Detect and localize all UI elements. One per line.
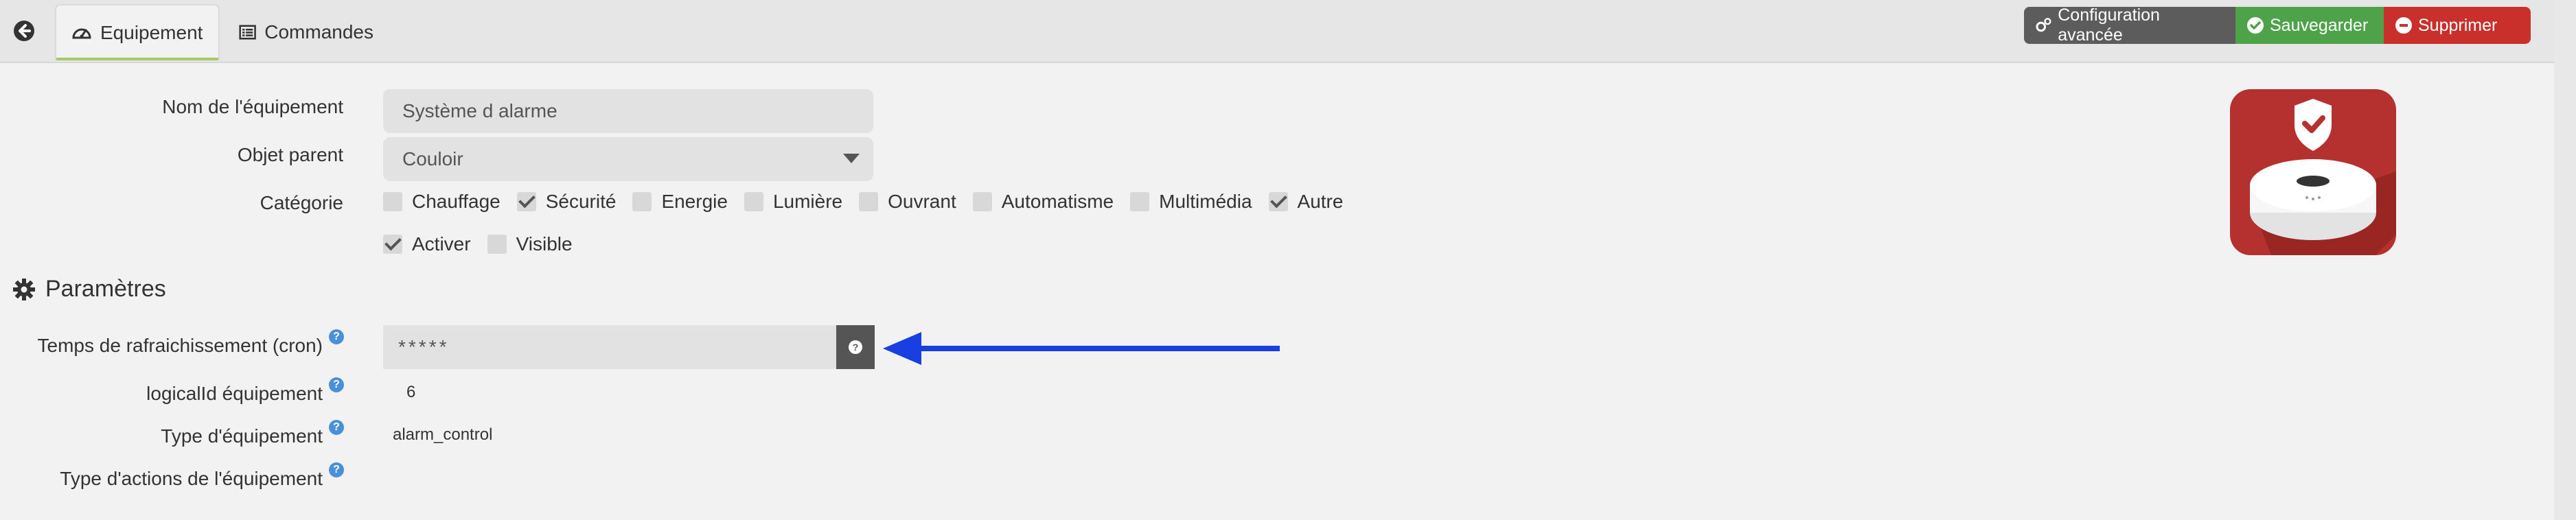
tab-commandes-label: Commandes	[264, 21, 373, 43]
category-label-text: Automatisme	[1001, 191, 1114, 212]
tachometer-icon	[72, 28, 91, 39]
advanced-config-label: Configuration avancée	[2058, 5, 2160, 45]
equipment-page: Equipement Commandes Configuration avanc	[0, 0, 2554, 520]
parent-object-value: Couloir	[402, 148, 463, 169]
action-buttons: Configuration avancée Sauvegarder Suppri…	[2024, 5, 2531, 45]
equipment-type-label: Type d'équipement	[161, 425, 323, 447]
checkbox-checked[interactable]	[1268, 192, 1288, 211]
question-circle-icon: ?	[849, 340, 862, 354]
visible-checkbox[interactable]: Visible	[487, 233, 573, 255]
check-circle-icon	[2247, 17, 2264, 34]
action-type-label: Type d'actions de l'équipement	[60, 468, 323, 489]
tab-bar: Equipement Commandes Configuration avanc	[0, 0, 2554, 63]
help-icon[interactable]: ?	[329, 462, 344, 477]
checkbox[interactable]	[972, 192, 992, 211]
parameters-title: Paramètres	[45, 276, 166, 302]
checkbox-checked[interactable]	[383, 235, 402, 254]
tab-equipement[interactable]: Equipement	[55, 4, 220, 60]
category-automatisme[interactable]: Automatisme	[972, 191, 1114, 213]
advanced-config-button[interactable]: Configuration avancée	[2024, 5, 2235, 45]
equipment-name-input[interactable]: Système d alarme	[383, 89, 873, 133]
category-label-text: Ouvrant	[888, 191, 956, 212]
save-button[interactable]: Sauvegarder	[2235, 7, 2384, 44]
svg-text:?: ?	[853, 342, 859, 353]
category-multimedia[interactable]: Multimédia	[1130, 191, 1252, 213]
category-label: Catégorie	[260, 192, 343, 213]
category-energie[interactable]: Energie	[632, 191, 728, 213]
cron-input[interactable]: *****	[383, 325, 836, 369]
delete-button[interactable]: Supprimer	[2384, 7, 2531, 44]
activate-checkbox[interactable]: Activer	[383, 233, 471, 255]
category-securite[interactable]: Sécurité	[516, 191, 617, 213]
cogs-icon	[2036, 18, 2051, 32]
delete-label: Supprimer	[2418, 15, 2498, 35]
category-label-text: Sécurité	[545, 191, 617, 212]
state-checkboxes: Activer Visible	[383, 233, 589, 255]
equipment-type-value: alarm_control	[393, 425, 493, 444]
visible-label: Visible	[516, 233, 573, 255]
back-arrow-icon	[14, 21, 34, 41]
category-label-text: Energie	[661, 191, 728, 212]
checkbox[interactable]	[632, 192, 652, 211]
category-autre[interactable]: Autre	[1268, 191, 1344, 213]
annotation-arrow-icon	[883, 332, 1280, 365]
category-chauffage[interactable]: Chauffage	[383, 191, 501, 213]
checkbox[interactable]	[859, 192, 879, 211]
tab-equipement-label: Equipement	[100, 22, 203, 43]
category-lumiere[interactable]: Lumière	[744, 191, 842, 213]
parent-object-select[interactable]: Couloir	[383, 137, 873, 181]
checkbox-checked[interactable]	[516, 192, 536, 211]
checkbox[interactable]	[1130, 192, 1150, 211]
parent-label: Objet parent	[237, 144, 343, 165]
category-ouvrant[interactable]: Ouvrant	[859, 191, 956, 213]
category-checkboxes: Chauffage Sécurité Energie Lumière Ouvra…	[383, 191, 1359, 213]
help-icon[interactable]: ?	[329, 377, 344, 392]
category-label-text: Autre	[1297, 191, 1344, 212]
tab-commandes[interactable]: Commandes	[224, 4, 389, 60]
activate-label: Activer	[412, 233, 471, 255]
minus-circle-icon	[2395, 17, 2412, 34]
help-icon[interactable]: ?	[329, 329, 344, 344]
cron-label: Temps de rafraichissement (cron)	[37, 335, 323, 356]
list-icon	[239, 25, 256, 40]
save-label: Sauvegarder	[2270, 15, 2369, 35]
chevron-down-icon	[843, 154, 860, 163]
category-label-text: Lumière	[772, 191, 843, 212]
category-label-text: Multimédia	[1159, 191, 1252, 212]
name-label: Nom de l'équipement	[162, 96, 343, 117]
help-icon[interactable]: ?	[329, 420, 344, 435]
logicalid-label: logicalId équipement	[146, 383, 323, 404]
checkbox[interactable]	[744, 192, 763, 211]
checkbox[interactable]	[487, 235, 507, 254]
cron-assistant-button[interactable]: ?	[836, 325, 875, 369]
logicalid-value: 6	[406, 383, 416, 401]
gear-icon	[13, 278, 35, 300]
category-label-text: Chauffage	[412, 191, 501, 212]
checkbox[interactable]	[383, 192, 402, 211]
alarm-device-icon	[2230, 89, 2396, 255]
back-button[interactable]	[12, 19, 36, 43]
parameters-heading: Paramètres	[12, 276, 166, 303]
